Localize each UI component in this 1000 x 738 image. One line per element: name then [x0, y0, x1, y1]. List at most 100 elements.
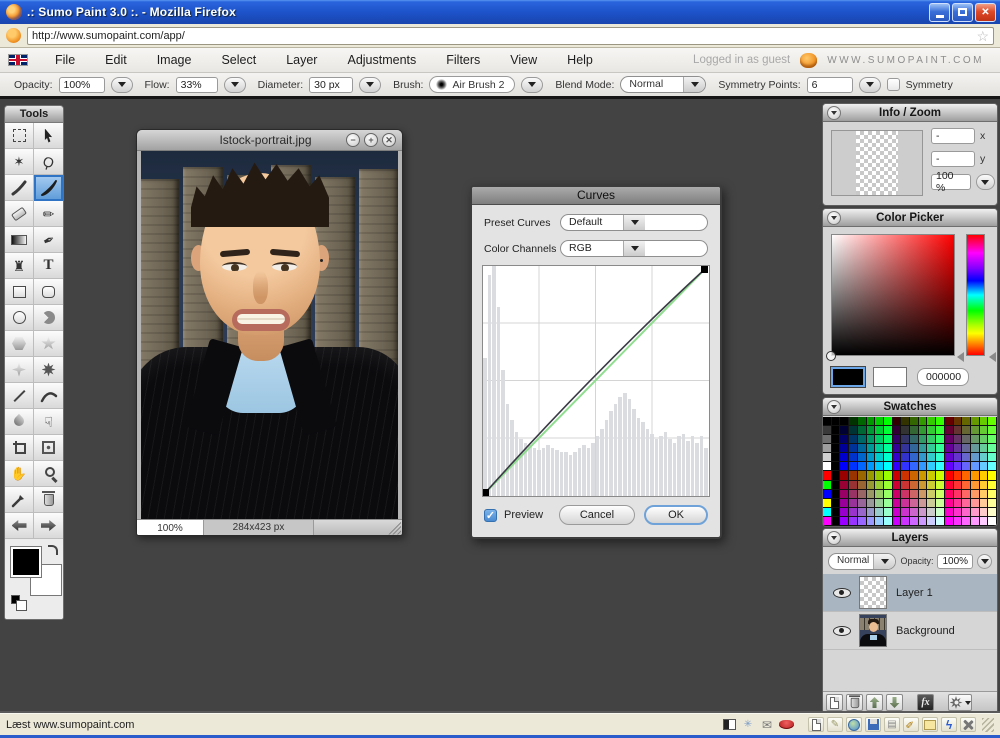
swatch[interactable] [849, 508, 858, 517]
swatch[interactable] [971, 517, 980, 526]
swatch[interactable] [980, 417, 989, 426]
swatch[interactable] [893, 435, 902, 444]
document-zoom[interactable]: 100% [137, 520, 204, 536]
symmetry-points-field[interactable]: 6 [807, 77, 853, 93]
foreground-color-chip[interactable] [11, 547, 41, 577]
menu-item-file[interactable]: File [40, 50, 90, 70]
default-colors-icon[interactable] [11, 595, 20, 604]
swatch[interactable] [936, 426, 945, 435]
swatch[interactable] [962, 444, 971, 453]
swatch[interactable] [840, 435, 849, 444]
tool-smudge[interactable]: ☟ [34, 409, 63, 435]
swatch[interactable] [927, 417, 936, 426]
edit-icon[interactable]: ✎ [827, 717, 843, 732]
swatch[interactable] [971, 453, 980, 462]
swatch[interactable] [988, 517, 997, 526]
swatch[interactable] [910, 453, 919, 462]
foreground-swatch[interactable] [831, 367, 865, 387]
swatch[interactable] [832, 481, 841, 490]
swatch[interactable] [884, 499, 893, 508]
swatch[interactable] [858, 426, 867, 435]
menu-item-layer[interactable]: Layer [271, 50, 332, 70]
swatch[interactable] [901, 426, 910, 435]
swatch[interactable] [927, 508, 936, 517]
swatch[interactable] [823, 426, 832, 435]
swatch[interactable] [840, 453, 849, 462]
swatch[interactable] [893, 453, 902, 462]
brush-preview-field[interactable]: Air Brush 2 [429, 76, 515, 93]
swatch[interactable] [927, 444, 936, 453]
tool-lasso[interactable]: Ϙ [34, 149, 63, 175]
swatch[interactable] [875, 444, 884, 453]
swatch[interactable] [840, 417, 849, 426]
swatch[interactable] [971, 508, 980, 517]
swatch[interactable] [901, 453, 910, 462]
swatch[interactable] [832, 471, 841, 480]
print-icon[interactable]: ▤ [884, 717, 900, 732]
swatch[interactable] [823, 444, 832, 453]
swatch[interactable] [858, 417, 867, 426]
swatch[interactable] [840, 517, 849, 526]
menu-item-help[interactable]: Help [552, 50, 608, 70]
swatch[interactable] [884, 426, 893, 435]
swatch[interactable] [910, 444, 919, 453]
swatch[interactable] [936, 490, 945, 499]
swatch[interactable] [823, 517, 832, 526]
swatch[interactable] [901, 471, 910, 480]
swatch[interactable] [884, 508, 893, 517]
swatch[interactable] [971, 444, 980, 453]
swatch[interactable] [954, 435, 963, 444]
swatch[interactable] [910, 490, 919, 499]
swatch[interactable] [867, 444, 876, 453]
tool-paintbrush[interactable] [5, 175, 34, 201]
tool-line[interactable] [5, 383, 34, 409]
tool-hand[interactable]: ✋ [5, 461, 34, 487]
swatch[interactable] [988, 471, 997, 480]
swatch[interactable] [954, 453, 963, 462]
swatch[interactable] [919, 471, 928, 480]
swatch[interactable] [919, 499, 928, 508]
layer-visibility-icon[interactable] [833, 588, 851, 598]
swatch[interactable] [823, 435, 832, 444]
save-icon[interactable] [865, 717, 881, 732]
swatch[interactable] [858, 462, 867, 471]
layer-thumbnail[interactable] [859, 614, 887, 647]
swatch[interactable] [910, 471, 919, 480]
swatch[interactable] [927, 426, 936, 435]
menu-item-view[interactable]: View [495, 50, 552, 70]
swatch[interactable] [832, 426, 841, 435]
swatch[interactable] [945, 435, 954, 444]
swatch[interactable] [858, 508, 867, 517]
swatch[interactable] [858, 481, 867, 490]
swatch[interactable] [919, 435, 928, 444]
swatch[interactable] [962, 499, 971, 508]
zoom-level-field[interactable]: 100 % [931, 174, 971, 190]
swatch[interactable] [884, 435, 893, 444]
layer-opacity-field[interactable]: 100% [937, 554, 973, 569]
swatch[interactable] [971, 417, 980, 426]
swatch[interactable] [910, 417, 919, 426]
bookmark-star-icon[interactable]: ☆ [976, 30, 989, 42]
close-button[interactable]: ✕ [975, 3, 996, 22]
swatch[interactable] [962, 481, 971, 490]
swatch[interactable] [901, 444, 910, 453]
swatches-collapse-button[interactable] [827, 400, 841, 414]
swatch[interactable] [901, 508, 910, 517]
preset-curves-select[interactable]: Default [560, 214, 708, 231]
tool-rectangular-select[interactable] [5, 123, 34, 149]
language-flag-icon[interactable] [8, 54, 28, 66]
swatch[interactable] [980, 517, 989, 526]
swatch[interactable] [875, 435, 884, 444]
swatch[interactable] [971, 481, 980, 490]
swatch[interactable] [858, 499, 867, 508]
swatch[interactable] [927, 462, 936, 471]
swatch[interactable] [867, 471, 876, 480]
tool-ink-fill[interactable]: ✒ [34, 227, 63, 253]
tool-stamp[interactable]: ♜ [5, 253, 34, 279]
swatch[interactable] [988, 508, 997, 517]
swatch[interactable] [962, 517, 971, 526]
zoom-dropdown-button[interactable] [976, 174, 995, 190]
tool-flower[interactable] [34, 357, 63, 383]
swatch[interactable] [832, 417, 841, 426]
new-doc-icon[interactable] [808, 717, 824, 732]
